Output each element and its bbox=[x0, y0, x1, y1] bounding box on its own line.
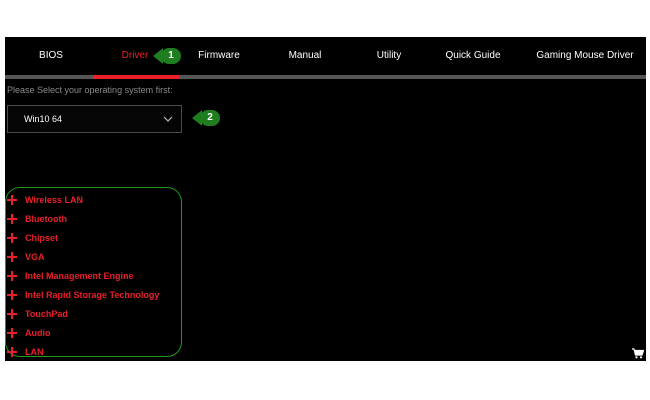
plus-icon bbox=[7, 252, 17, 262]
active-tab-indicator bbox=[93, 75, 179, 79]
category-vga[interactable]: VGA bbox=[7, 250, 182, 269]
os-selected-value: Win10 64 bbox=[24, 114, 63, 124]
category-chipset[interactable]: Chipset bbox=[7, 231, 182, 250]
tab-underline bbox=[5, 75, 646, 79]
category-audio[interactable]: Audio bbox=[7, 326, 182, 345]
plus-icon bbox=[7, 233, 17, 243]
category-label: VGA bbox=[25, 252, 45, 262]
category-label: Bluetooth bbox=[25, 214, 67, 224]
driver-category-list: Wireless LAN Bluetooth Chipset VGA Intel… bbox=[7, 193, 182, 361]
category-label: Audio bbox=[25, 328, 51, 338]
tab-manual[interactable]: Manual bbox=[275, 37, 335, 75]
os-prompt-label: Please Select your operating system firs… bbox=[7, 85, 173, 95]
category-label: Intel Management Engine bbox=[25, 271, 134, 281]
download-panel: BIOS Driver Firmware Manual Utility Quic… bbox=[5, 37, 646, 361]
plus-icon bbox=[7, 271, 17, 281]
plus-icon bbox=[7, 309, 17, 319]
tab-bios[interactable]: BIOS bbox=[23, 37, 79, 75]
plus-icon bbox=[7, 195, 17, 205]
category-bluetooth[interactable]: Bluetooth bbox=[7, 212, 182, 231]
category-label: LAN bbox=[25, 347, 44, 357]
category-label: TouchPad bbox=[25, 309, 68, 319]
annotation-callout-2: 2 bbox=[192, 110, 222, 126]
category-lan[interactable]: LAN bbox=[7, 345, 182, 361]
callout-number: 1 bbox=[161, 48, 181, 64]
category-touchpad[interactable]: TouchPad bbox=[7, 307, 182, 326]
category-wireless-lan[interactable]: Wireless LAN bbox=[7, 193, 182, 212]
tab-utility[interactable]: Utility bbox=[359, 37, 419, 75]
tab-quick-guide[interactable]: Quick Guide bbox=[441, 37, 505, 75]
category-label: Wireless LAN bbox=[25, 195, 83, 205]
category-intel-management-engine[interactable]: Intel Management Engine bbox=[7, 269, 182, 288]
tab-gaming-mouse-driver[interactable]: Gaming Mouse Driver bbox=[529, 37, 641, 75]
plus-icon bbox=[7, 328, 17, 338]
category-label: Intel Rapid Storage Technology bbox=[25, 290, 160, 300]
tab-bar: BIOS Driver Firmware Manual Utility Quic… bbox=[5, 37, 646, 79]
category-label: Chipset bbox=[25, 233, 59, 243]
chevron-down-icon bbox=[163, 116, 173, 122]
plus-icon bbox=[7, 290, 17, 300]
tab-firmware[interactable]: Firmware bbox=[187, 37, 251, 75]
plus-icon bbox=[7, 214, 17, 224]
annotation-callout-1: 1 bbox=[153, 48, 183, 64]
os-select-dropdown[interactable]: Win10 64 bbox=[7, 105, 182, 133]
plus-icon bbox=[7, 347, 17, 357]
category-intel-rapid-storage-technology[interactable]: Intel Rapid Storage Technology bbox=[7, 288, 182, 307]
callout-number: 2 bbox=[200, 110, 220, 126]
cart-icon[interactable] bbox=[632, 348, 644, 359]
